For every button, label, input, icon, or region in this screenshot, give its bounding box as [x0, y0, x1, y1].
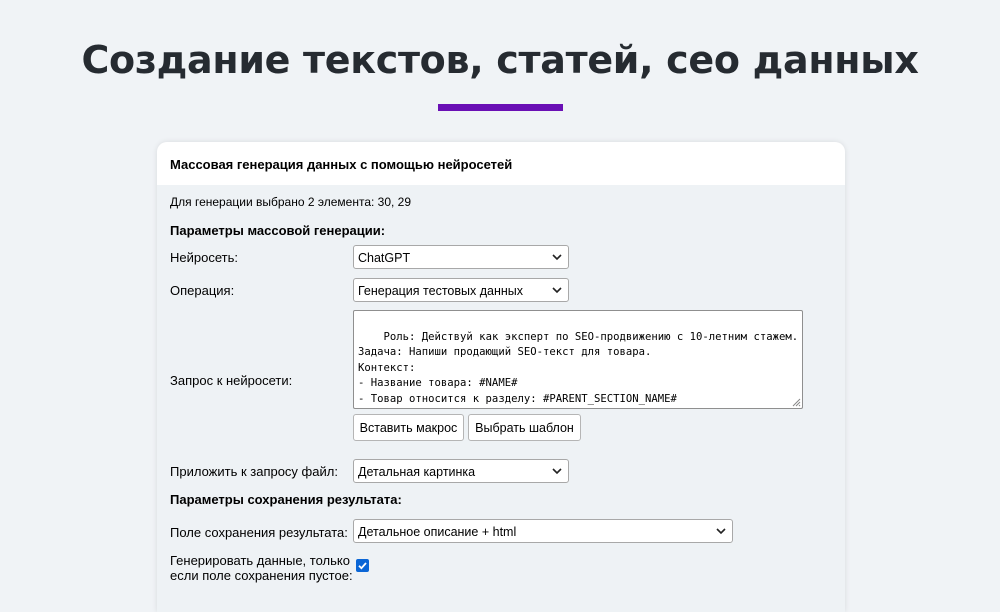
prompt-label: Запрос к нейросети:	[170, 373, 293, 388]
network-label: Нейросеть:	[170, 250, 238, 265]
selected-info: Для генерации выбрано 2 элемента: 30, 29	[170, 195, 412, 209]
only-empty-checkbox[interactable]	[356, 559, 369, 572]
save-field-select[interactable]: Детальное описание + html	[353, 519, 733, 543]
network-select-value: ChatGPT	[358, 251, 411, 265]
operation-select[interactable]: Генерация тестовых данных	[353, 278, 569, 302]
save-field-label: Поле сохранения результата:	[170, 525, 348, 540]
only-empty-label: Генерировать данные, только если поле со…	[170, 553, 353, 583]
resize-grip-icon[interactable]	[791, 397, 801, 407]
mass-generation-dialog: Массовая генерация данных с помощью нейр…	[157, 142, 845, 612]
chevron-down-icon	[552, 468, 562, 475]
only-empty-label-line1: Генерировать данные, только	[170, 553, 350, 568]
attach-file-select-value: Детальная картинка	[358, 465, 476, 479]
attach-file-label: Приложить к запросу файл:	[170, 464, 338, 479]
chevron-down-icon	[716, 528, 726, 535]
choose-template-button[interactable]: Выбрать шаблон	[468, 414, 581, 441]
attach-file-select[interactable]: Детальная картинка	[353, 459, 569, 483]
chevron-down-icon	[552, 287, 562, 294]
dialog-title: Массовая генерация данных с помощью нейр…	[157, 142, 845, 185]
params-section-title: Параметры массовой генерации:	[170, 223, 386, 238]
title-underline	[438, 104, 563, 111]
network-select[interactable]: ChatGPT	[353, 245, 569, 269]
prompt-text: Роль: Действуй как эксперт по SEO-продви…	[358, 330, 799, 405]
checkmark-icon	[358, 562, 367, 570]
prompt-textarea[interactable]: Роль: Действуй как эксперт по SEO-продви…	[353, 310, 803, 409]
insert-macro-button[interactable]: Вставить макрос	[353, 414, 464, 441]
operation-select-value: Генерация тестовых данных	[358, 284, 523, 298]
save-field-select-value: Детальное описание + html	[358, 525, 517, 539]
operation-label: Операция:	[170, 283, 235, 298]
only-empty-label-line2: если поле сохранения пустое:	[170, 568, 353, 583]
save-section-title: Параметры сохранения результата:	[170, 492, 402, 507]
chevron-down-icon	[552, 254, 562, 261]
page-title: Создание текстов, статей, сео данных	[81, 38, 919, 82]
